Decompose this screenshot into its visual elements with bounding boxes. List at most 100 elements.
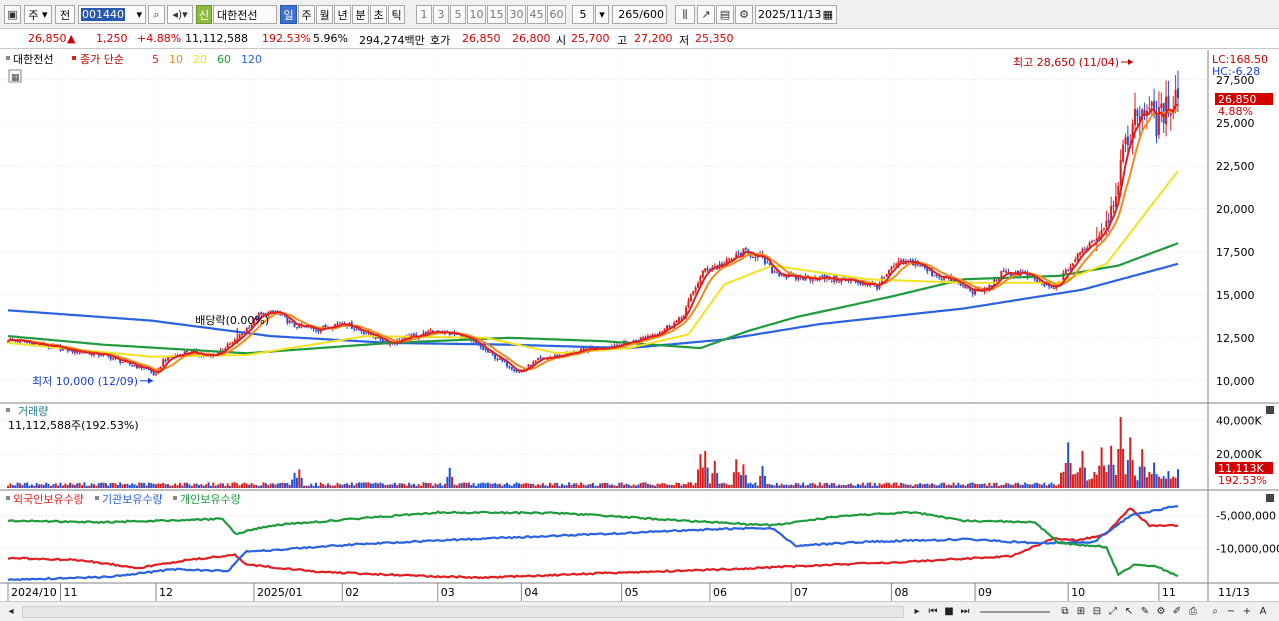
period-tab-0[interactable]: 일 xyxy=(280,5,297,24)
candle-body xyxy=(429,330,432,332)
stock-chart[interactable]: 10,000 12,500 15,000 17,500 20,000 22,500 25,0… xyxy=(0,50,1279,601)
legend-dot xyxy=(173,496,177,500)
holdings-legend-item[interactable]: 개인보유수량 xyxy=(180,493,241,506)
volume-bar xyxy=(176,485,179,488)
candle-body xyxy=(1155,114,1158,137)
volume-bar xyxy=(171,485,174,488)
candle-body xyxy=(1148,107,1151,110)
period-tab-3[interactable]: 년 xyxy=(334,5,351,24)
interval-button-5[interactable]: 30 xyxy=(507,5,526,24)
volume-bar xyxy=(252,484,255,488)
zoom-out-icon[interactable]: − xyxy=(1224,604,1238,618)
candle-body xyxy=(704,268,707,272)
volume-bar xyxy=(291,479,294,488)
volume-bar xyxy=(768,484,771,488)
interval-dropdown-icon[interactable]: ▾ xyxy=(595,5,609,24)
fullscreen-icon[interactable]: ⤢ xyxy=(1106,604,1120,618)
holdings-tick-label: -5,000,000 xyxy=(1216,510,1276,523)
stop-icon[interactable]: ■ xyxy=(942,604,956,618)
settings-icon[interactable]: ⚙ xyxy=(1154,604,1168,618)
volume-bar xyxy=(1112,464,1115,488)
volume-bar xyxy=(1057,484,1060,488)
period-tab-1[interactable]: 주 xyxy=(298,5,315,24)
volume-bar xyxy=(506,482,509,488)
volume-bar xyxy=(212,482,215,488)
candle-body xyxy=(131,364,134,366)
volume-bar xyxy=(706,467,709,488)
pin-icon[interactable]: ✎ xyxy=(1138,604,1152,618)
edit-icon[interactable]: ✐ xyxy=(1170,604,1184,618)
interval-button-6[interactable]: 45 xyxy=(527,5,546,24)
interval-input[interactable]: 5 xyxy=(572,5,594,24)
panel-close-icon[interactable] xyxy=(1266,494,1274,502)
volume-bar xyxy=(486,482,489,488)
gear-icon[interactable]: ⚙ xyxy=(735,5,753,24)
market-select[interactable]: 주 ▾ xyxy=(24,5,52,24)
candle-body xyxy=(666,325,669,330)
magnifier-icon[interactable]: ⌕ xyxy=(1208,604,1222,618)
interval-button-0[interactable]: 1 xyxy=(416,5,432,24)
draw-tool-icon[interactable]: ↗ xyxy=(697,5,715,24)
volume-bar xyxy=(1060,472,1062,488)
tile-icon[interactable]: ⊟ xyxy=(1090,604,1104,618)
volume-bar xyxy=(1031,484,1034,488)
layout-icon[interactable]: ▣ xyxy=(4,5,21,24)
holdings-legend-item[interactable]: 외국인보유수량 xyxy=(13,493,84,506)
zoom-in-icon[interactable]: + xyxy=(1240,604,1254,618)
candle-body xyxy=(1005,271,1008,273)
period-tab-6[interactable]: 틱 xyxy=(388,5,405,24)
search-icon[interactable]: ⌕ xyxy=(148,5,165,24)
scroll-right-icon[interactable]: ▸ xyxy=(910,604,924,618)
scroll-left-icon[interactable]: ◂ xyxy=(4,604,18,618)
panel-close-icon[interactable] xyxy=(1266,406,1274,414)
period-tab-2[interactable]: 월 xyxy=(316,5,333,24)
candle-body xyxy=(962,285,965,287)
interval-button-3[interactable]: 10 xyxy=(467,5,486,24)
volume-bar xyxy=(565,485,568,488)
ma-legend-title[interactable]: 종가 단순 xyxy=(80,53,124,66)
interval-button-4[interactable]: 15 xyxy=(487,5,506,24)
speaker-icon[interactable]: ◂)▾ xyxy=(167,5,193,24)
candle-type-icon[interactable]: ⫼ xyxy=(675,5,695,24)
volume-bar xyxy=(35,482,38,488)
volume-bar xyxy=(799,485,802,488)
ma-legend-item[interactable]: 120 xyxy=(241,53,262,66)
interval-button-1[interactable]: 3 xyxy=(433,5,449,24)
volume-bar xyxy=(1162,476,1165,488)
period-tab-5[interactable]: 초 xyxy=(370,5,387,24)
volume-bar xyxy=(537,484,540,488)
candle-body xyxy=(811,280,814,282)
ma-legend-item[interactable]: 5 xyxy=(152,53,159,66)
volume-title[interactable]: 거래량 xyxy=(18,405,48,418)
zoom-slider[interactable] xyxy=(980,611,1050,613)
ma-legend-item[interactable]: 20 xyxy=(193,53,207,66)
holdings-legend-item[interactable]: 기관보유수량 xyxy=(102,493,163,506)
rewind-icon[interactable]: ⏮ xyxy=(926,604,940,618)
volume-bar xyxy=(1098,465,1101,488)
volume-bar xyxy=(57,485,60,488)
volume-bar xyxy=(818,482,821,488)
interval-button-2[interactable]: 5 xyxy=(450,5,466,24)
copy-icon[interactable]: ⧉ xyxy=(1058,604,1072,618)
date-field[interactable]: 2025/11/13 ▦ xyxy=(755,5,837,24)
prev-button[interactable]: 전 xyxy=(55,5,75,24)
forward-icon[interactable]: ⏭ xyxy=(958,604,972,618)
volume-bar xyxy=(938,484,941,488)
volume-bar xyxy=(985,485,988,488)
window-icon[interactable]: ⊞ xyxy=(1074,604,1088,618)
count-field[interactable]: 265/600 xyxy=(612,5,667,24)
font-size-icon[interactable]: A xyxy=(1256,604,1270,618)
ma-legend-item[interactable]: 60 xyxy=(217,53,231,66)
horizontal-scrollbar[interactable] xyxy=(22,606,904,618)
stock-name[interactable]: 대한전선 xyxy=(213,5,277,24)
cursor-icon[interactable]: ↖ xyxy=(1122,604,1136,618)
code-input[interactable]: 001440 ▾ xyxy=(78,5,146,24)
period-tab-4[interactable]: 분 xyxy=(352,5,369,24)
volume-bar xyxy=(821,485,824,488)
volume-bar xyxy=(1174,477,1177,488)
print-icon[interactable]: ⎙ xyxy=(1186,604,1200,618)
ma-legend-item[interactable]: 10 xyxy=(169,53,183,66)
volume-bar xyxy=(943,482,945,488)
save-icon[interactable]: ▤ xyxy=(716,5,734,24)
interval-button-7[interactable]: 60 xyxy=(547,5,566,24)
